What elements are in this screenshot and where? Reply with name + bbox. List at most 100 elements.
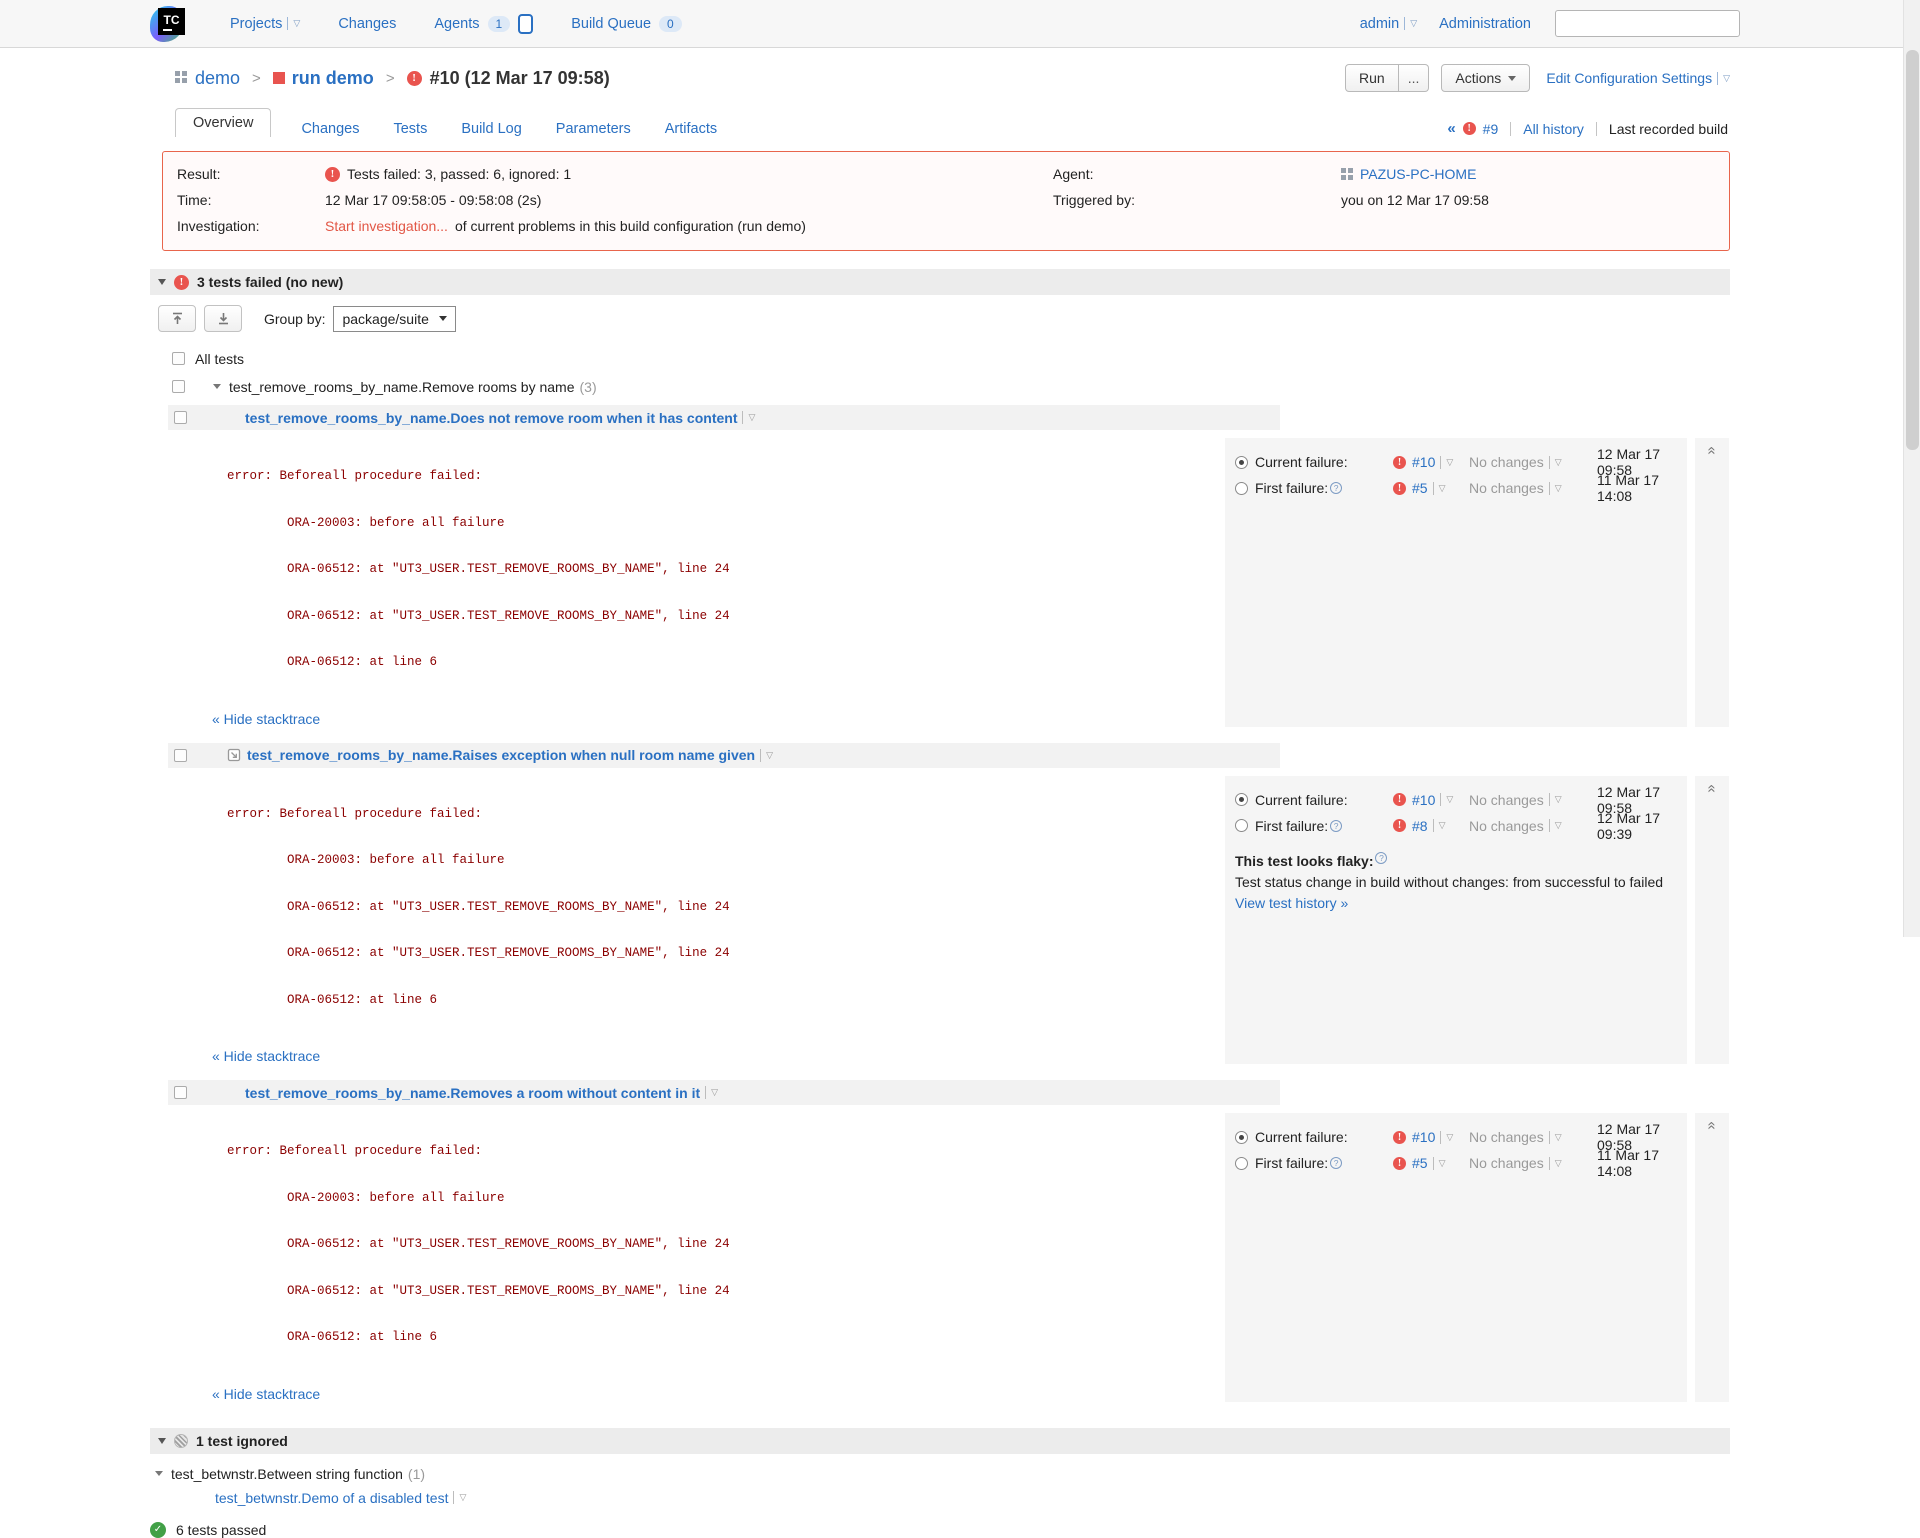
all-tests-checkbox[interactable] — [172, 352, 185, 365]
scrollbar-thumb[interactable] — [1906, 50, 1919, 450]
build-number-link[interactable]: #5 — [1412, 1155, 1428, 1171]
first-failure-radio[interactable] — [1235, 482, 1248, 495]
changes-cell: No changes ▽ — [1469, 480, 1597, 496]
edit-config-link[interactable]: Edit Configuration Settings — [1546, 70, 1712, 86]
collapse-panel-box[interactable]: « — [1695, 1113, 1729, 1402]
suite-collapse-icon[interactable] — [213, 384, 221, 389]
vertical-scrollbar[interactable] — [1903, 0, 1920, 937]
chevron-down-icon[interactable]: ▽ — [459, 1492, 466, 1503]
chevron-down-icon[interactable]: ▽ — [1446, 794, 1453, 805]
ignored-test-link[interactable]: test_betwnstr.Demo of a disabled test — [215, 1490, 448, 1506]
chevron-down-icon[interactable]: ▽ — [1439, 483, 1446, 494]
test-checkbox[interactable] — [174, 1086, 187, 1099]
search-box[interactable] — [1555, 10, 1740, 37]
help-icon[interactable]: ? — [1330, 820, 1342, 832]
build-number-link[interactable]: #10 — [1412, 792, 1435, 808]
tab-build-log[interactable]: Build Log — [461, 121, 521, 137]
nav-agents-link[interactable]: Agents — [434, 16, 479, 32]
chevron-down-icon[interactable]: ▽ — [1446, 457, 1453, 468]
chevron-down-icon[interactable]: ▽ — [711, 1087, 718, 1098]
failed-tests-section-bar[interactable]: ! 3 tests failed (no new) — [150, 269, 1730, 295]
chevron-down-icon[interactable]: ▽ — [1439, 820, 1446, 831]
group-by-selected-value: package/suite — [342, 311, 428, 327]
chevron-down-icon[interactable]: ▽ — [1555, 1158, 1562, 1169]
previous-build-link[interactable]: #9 — [1483, 121, 1499, 137]
group-by-select[interactable]: package/suite — [333, 306, 455, 332]
help-icon[interactable]: ? — [1375, 852, 1387, 864]
current-failure-radio[interactable] — [1235, 456, 1248, 469]
first-failure-radio[interactable] — [1235, 1157, 1248, 1170]
user-menu[interactable]: admin — [1360, 16, 1400, 32]
view-test-history-link[interactable]: View test history » — [1235, 895, 1348, 911]
test-name-row[interactable]: test_remove_rooms_by_name.Raises excepti… — [168, 743, 1280, 768]
agent-link[interactable]: PAZUS-PC-HOME — [1360, 161, 1476, 187]
nav-build-queue-link[interactable]: Build Queue — [571, 16, 651, 32]
help-icon[interactable]: ? — [1330, 1157, 1342, 1169]
tab-overview[interactable]: Overview — [175, 108, 271, 137]
start-investigation-link[interactable]: Start investigation... — [325, 213, 448, 239]
actions-button[interactable]: Actions — [1441, 64, 1530, 92]
test-name-row[interactable]: test_remove_rooms_by_name.Removes a room… — [168, 1080, 1280, 1105]
first-failure-radio[interactable] — [1235, 819, 1248, 832]
previous-build-icon[interactable]: « — [1447, 120, 1455, 137]
test-name-link[interactable]: test_remove_rooms_by_name.Removes a room… — [245, 1085, 700, 1101]
chevron-down-icon[interactable]: ▽ — [766, 750, 773, 761]
nav-projects[interactable]: Projects ▽ — [230, 16, 300, 32]
hide-stacktrace-link[interactable]: « Hide stacktrace — [212, 1048, 320, 1064]
test-name-link[interactable]: test_remove_rooms_by_name.Raises excepti… — [247, 747, 755, 763]
test-name-row[interactable]: test_remove_rooms_by_name.Does not remov… — [168, 405, 1280, 430]
section-collapse-icon[interactable] — [158, 1438, 166, 1444]
nav-build-queue[interactable]: Build Queue 0 — [571, 16, 682, 32]
chevron-down-icon[interactable]: ▽ — [1555, 483, 1562, 494]
collapse-up-icon[interactable]: « — [1704, 446, 1721, 454]
test-checkbox[interactable] — [174, 749, 187, 762]
administration-link[interactable]: Administration — [1439, 16, 1531, 32]
suite-collapse-icon[interactable] — [155, 1471, 163, 1476]
current-failure-radio[interactable] — [1235, 1131, 1248, 1144]
chevron-down-icon[interactable]: ▽ — [1439, 1158, 1446, 1169]
chevron-down-icon[interactable]: ▽ — [748, 412, 755, 423]
tab-artifacts[interactable]: Artifacts — [665, 121, 717, 137]
tab-tests[interactable]: Tests — [393, 121, 427, 137]
suite-checkbox[interactable] — [172, 380, 185, 393]
build-number-link[interactable]: #8 — [1412, 818, 1428, 834]
nav-agents[interactable]: Agents 1 — [434, 14, 533, 34]
collapse-up-icon[interactable]: « — [1704, 1121, 1721, 1129]
nav-changes[interactable]: Changes — [338, 16, 396, 32]
chevron-down-icon[interactable]: ▽ — [293, 18, 300, 29]
tab-changes[interactable]: Changes — [301, 121, 359, 137]
hide-stacktrace-link[interactable]: « Hide stacktrace — [212, 1386, 320, 1402]
chevron-down-icon[interactable]: ▽ — [1555, 1132, 1562, 1143]
nav-changes-link[interactable]: Changes — [338, 16, 396, 32]
build-number-link[interactable]: #10 — [1412, 1129, 1435, 1145]
current-failure-radio[interactable] — [1235, 793, 1248, 806]
all-history-link[interactable]: All history — [1523, 121, 1584, 137]
expand-all-button[interactable] — [204, 305, 242, 332]
chevron-down-icon[interactable]: ▽ — [1723, 73, 1730, 84]
nav-projects-link[interactable]: Projects — [230, 16, 282, 32]
chevron-down-icon[interactable]: ▽ — [1555, 457, 1562, 468]
collapse-all-button[interactable] — [158, 305, 196, 332]
hide-stacktrace-link[interactable]: « Hide stacktrace — [212, 711, 320, 727]
ignored-tests-section-bar[interactable]: 1 test ignored — [150, 1428, 1730, 1454]
collapse-up-icon[interactable]: « — [1704, 784, 1721, 792]
section-collapse-icon[interactable] — [158, 279, 166, 285]
breadcrumb-project-link[interactable]: demo — [195, 68, 240, 89]
test-name-link[interactable]: test_remove_rooms_by_name.Does not remov… — [245, 410, 737, 426]
chevron-down-icon[interactable]: ▽ — [1555, 794, 1562, 805]
tab-parameters[interactable]: Parameters — [556, 121, 631, 137]
build-number-link[interactable]: #5 — [1412, 480, 1428, 496]
run-custom-button[interactable]: ... — [1399, 64, 1430, 92]
search-input[interactable] — [1562, 15, 1742, 32]
collapse-panel-box[interactable]: « — [1695, 438, 1729, 727]
collapse-panel-box[interactable]: « — [1695, 776, 1729, 1065]
teamcity-logo[interactable]: TC — [150, 4, 188, 44]
chevron-down-icon[interactable]: ▽ — [1446, 1132, 1453, 1143]
chevron-down-icon[interactable]: ▽ — [1555, 820, 1562, 831]
breadcrumb-config-link[interactable]: run demo — [292, 68, 374, 89]
build-number-link[interactable]: #10 — [1412, 454, 1435, 470]
chevron-down-icon[interactable]: ▽ — [1410, 18, 1417, 29]
test-checkbox[interactable] — [174, 411, 187, 424]
run-button[interactable]: Run — [1345, 64, 1399, 92]
help-icon[interactable]: ? — [1330, 482, 1342, 494]
